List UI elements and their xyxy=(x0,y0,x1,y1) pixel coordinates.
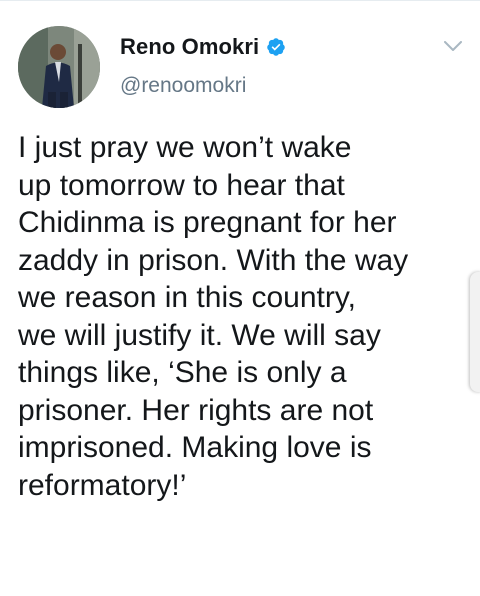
tweet-header: Reno Omokri @renoomokri xyxy=(0,0,480,110)
username-handle[interactable]: @renoomokri xyxy=(120,74,246,98)
display-name[interactable]: Reno Omokri xyxy=(120,34,259,60)
verified-badge-icon xyxy=(266,37,286,57)
more-options-button[interactable] xyxy=(440,36,466,56)
chevron-down-icon xyxy=(444,40,462,51)
tweet-text: I just pray we won’t wake up tomorrow to… xyxy=(18,131,409,502)
edge-panel-handle[interactable] xyxy=(470,272,480,392)
profile-photo xyxy=(18,26,100,108)
name-row: Reno Omokri xyxy=(120,34,286,60)
avatar[interactable] xyxy=(18,26,100,108)
